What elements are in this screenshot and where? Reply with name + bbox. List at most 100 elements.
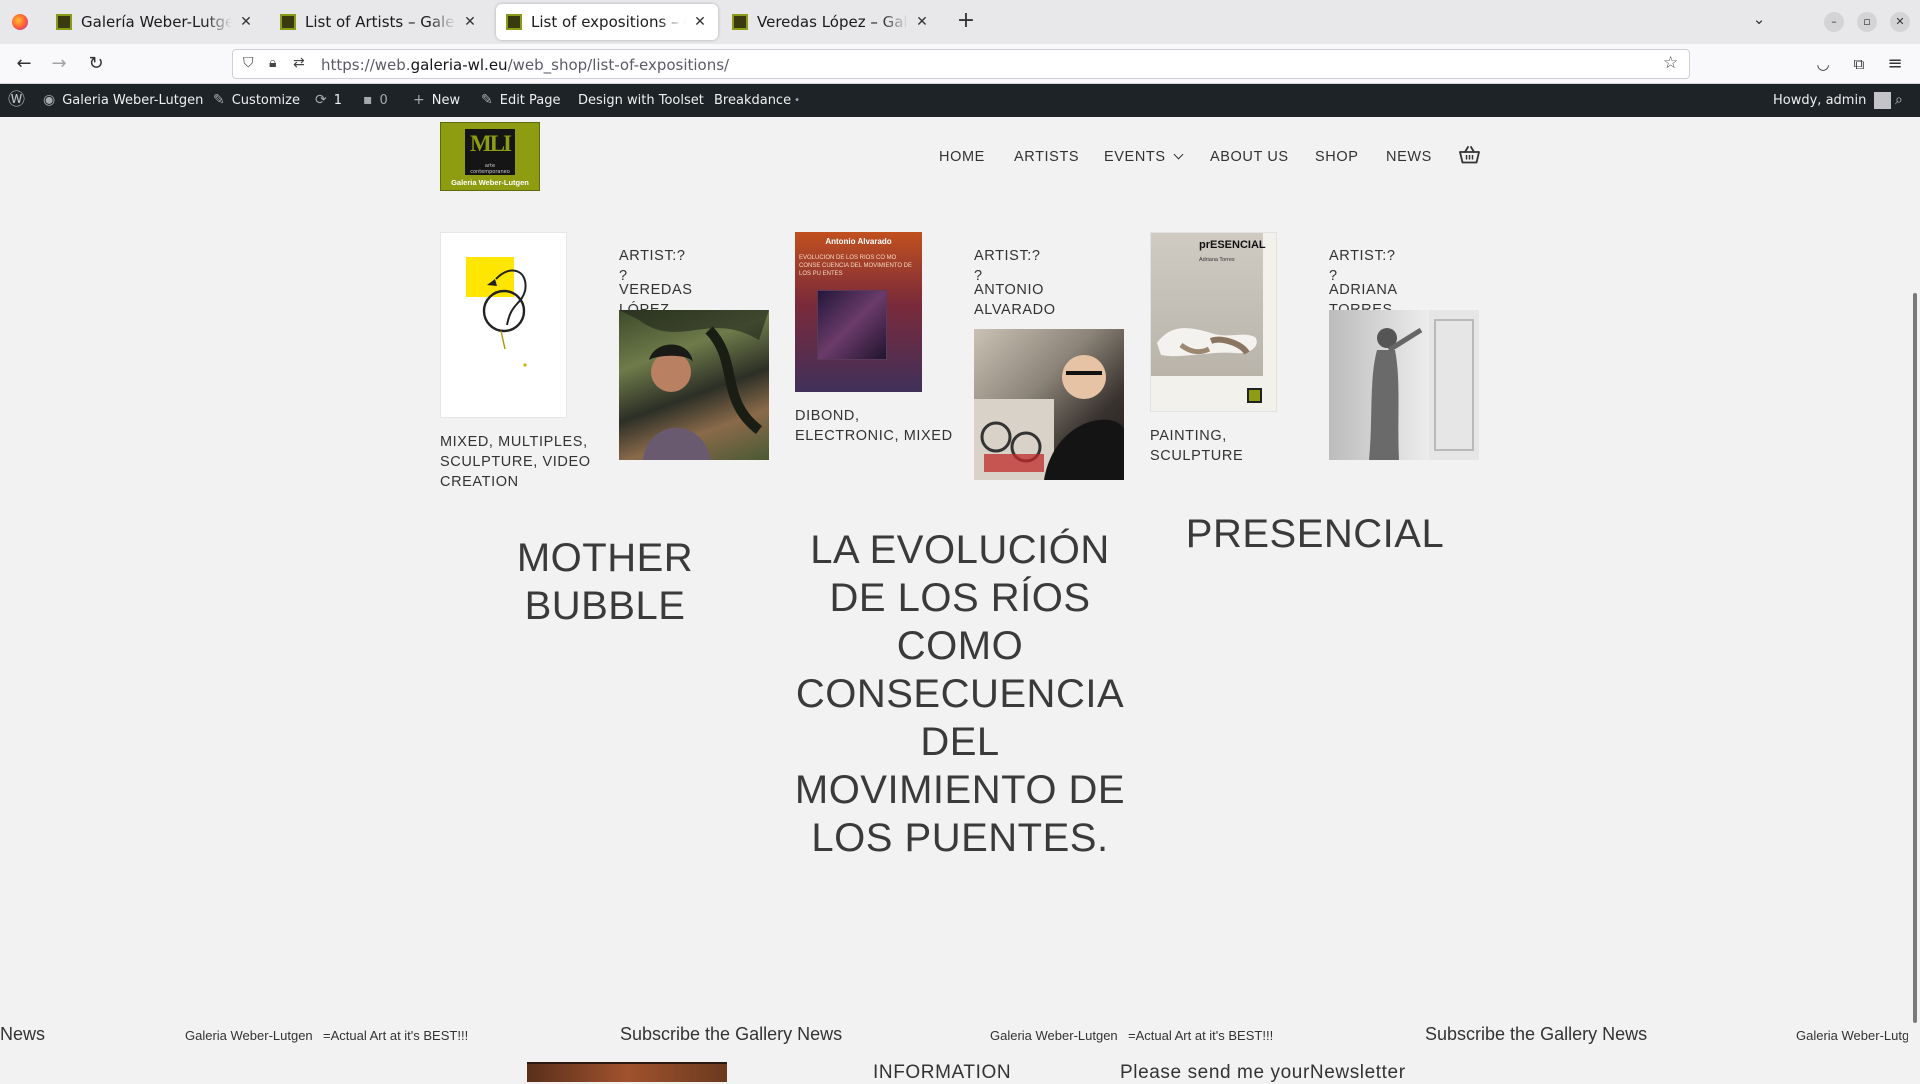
browser-tab-bar: Galería Weber-Lutgen ✕ List of Artists –… <box>0 0 1920 44</box>
poster-artwork <box>817 290 887 360</box>
maximize-icon[interactable]: ▫ <box>1857 12 1877 32</box>
ticker-tagline: =Actual Art at it's BEST!!! <box>1128 1028 1274 1043</box>
news-ticker: News Galeria Weber-Lutgen =Actual Art at… <box>0 1020 1920 1048</box>
artist-name-link[interactable]: ANTONIO ALVARADO <box>974 280 1094 320</box>
tab-list-of-expositions[interactable]: List of expositions – Galería Weber-Lutg… <box>496 4 718 40</box>
techniques-text: PAINTING, SCULPTURE <box>1150 428 1244 464</box>
comment-icon: ▪ <box>363 92 373 108</box>
techniques-text: DIBOND, ELECTRONIC, MIXED <box>795 408 953 444</box>
tab-title: List of expositions – Galería Weber-Lutg… <box>531 13 686 31</box>
tab-title: Veredas López – Galería Weber-Lutgen <box>757 13 908 31</box>
ticker-subscribe-link[interactable]: Subscribe the Gallery News <box>1425 1024 1647 1045</box>
tab-title: Galería Weber-Lutgen <box>81 13 232 31</box>
exposition-poster[interactable]: prESENCIAL Adriana Torres <box>1150 232 1277 412</box>
site-logo[interactable]: MLI arte contemporaneo Galeria Weber-Lut… <box>440 122 540 191</box>
ticker-subscribe-link[interactable]: Subscribe the Gallery News <box>620 1024 842 1045</box>
minimize-icon[interactable]: – <box>1824 12 1844 32</box>
forward-arrow-icon[interactable]: → <box>45 51 73 77</box>
firefox-icon[interactable] <box>12 14 28 30</box>
nav-home[interactable]: HOME <box>939 149 985 165</box>
ticker-gallery-name: Galeria Weber-Lutgen <box>990 1028 1118 1043</box>
lock-icon[interactable]: 🔒︎ <box>269 55 276 71</box>
back-arrow-icon[interactable]: ← <box>10 51 38 77</box>
footer: INFORMATION Please send me yourNewslette… <box>0 1060 1920 1083</box>
permissions-icon[interactable]: ⇄ <box>293 55 305 71</box>
wp-admin-bar: Ⓦ ◉ Galeria Weber-Lutgen ✎ Customize ⟳ 1 ▪ 0… <box>0 84 1920 117</box>
tab-list-of-artists[interactable]: List of Artists – Galería Weber-Lutgen ✕ <box>270 4 488 40</box>
exposition-title-link[interactable]: PRESENCIAL <box>1145 510 1485 558</box>
footer-image[interactable] <box>527 1062 727 1082</box>
exposition-title-link[interactable]: LA EVOLUCIÓN DE LOS RÍOS COMO CONSECUENC… <box>790 526 1130 862</box>
wp-updates[interactable]: ⟳ 1 <box>315 84 342 117</box>
logo-name: Galeria Weber-Lutgen <box>451 178 529 187</box>
gallery-logo-icon <box>1247 388 1262 403</box>
ticker-news: News <box>0 1024 46 1044</box>
chevron-down-icon <box>1173 149 1184 160</box>
artist-photo[interactable] <box>1329 310 1479 460</box>
menu-hamburger-icon[interactable]: ≡ <box>1881 51 1909 77</box>
url-text[interactable]: https://web.galeria-wl.eu/web_shop/list-… <box>321 56 729 74</box>
artist-photo[interactable] <box>974 329 1124 480</box>
favicon-icon <box>732 14 748 30</box>
nav-shop[interactable]: SHOP <box>1315 149 1359 165</box>
plus-icon: + <box>413 92 425 108</box>
wp-breakdance[interactable]: Breakdance • <box>714 84 800 117</box>
ticker-gallery-name: Galeria Weber-Lutgen <box>185 1028 313 1043</box>
pencil-icon: ✎ <box>481 92 493 108</box>
close-window-icon[interactable]: ✕ <box>1890 12 1910 32</box>
wp-design-with-toolset[interactable]: Design with Toolset <box>578 84 704 117</box>
artist-photo[interactable] <box>619 310 769 460</box>
new-tab-icon[interactable]: + <box>952 8 980 36</box>
url-bar[interactable]: ⛉ 🔒︎ ⇄ https://web.galeria-wl.eu/web_sho… <box>232 49 1690 79</box>
poster-sculpture <box>1157 328 1257 357</box>
wp-comments[interactable]: ▪ 0 <box>363 84 388 117</box>
logo-subtitle: arte contemporaneo <box>470 163 510 175</box>
shield-icon[interactable]: ⛉ <box>243 55 254 71</box>
scrollbar-track[interactable] <box>1908 117 1920 1080</box>
avatar <box>1874 92 1892 109</box>
exposition-poster[interactable]: Antonio Alvarado EVOLUCION DE LOS RIOS C… <box>795 232 922 392</box>
updates-icon: ⟳ <box>315 92 327 108</box>
dashboard-icon: ◉ <box>43 92 56 108</box>
cart-basket-icon[interactable] <box>1459 146 1480 164</box>
favicon-icon <box>506 14 522 30</box>
tab-title: List of Artists – Galería Weber-Lutgen <box>305 13 456 31</box>
favicon-icon <box>280 14 296 30</box>
wp-customize[interactable]: ✎ Customize <box>213 84 300 117</box>
browser-nav-bar: ← → ↻ ⛉ 🔒︎ ⇄ https://web.galeria-wl.eu/w… <box>0 44 1920 84</box>
wp-edit-page[interactable]: ✎ Edit Page <box>481 84 561 117</box>
close-tab-icon[interactable]: ✕ <box>462 14 478 30</box>
tab-list-chevron-icon[interactable]: ⌄ <box>1748 10 1770 32</box>
search-icon[interactable]: ⌕ <box>1895 84 1903 117</box>
scrollbar-thumb[interactable] <box>1913 293 1917 1023</box>
nav-artists[interactable]: ARTISTS <box>1014 149 1079 165</box>
wp-new[interactable]: + New <box>413 84 460 117</box>
wp-site-name[interactable]: ◉ Galeria Weber-Lutgen <box>43 84 203 117</box>
close-tab-icon[interactable]: ✕ <box>692 14 708 30</box>
poster-title: EVOLUCION DE LOS RIOS CO MO CONSE CUENCI… <box>799 255 913 277</box>
bookmark-star-icon[interactable]: ☆ <box>1663 53 1678 73</box>
poster-title: prESENCIAL <box>1199 239 1266 251</box>
brush-icon: ✎ <box>213 92 225 108</box>
wordpress-logo-icon[interactable]: Ⓦ <box>8 84 32 117</box>
exposition-image[interactable] <box>440 232 567 418</box>
close-tab-icon[interactable]: ✕ <box>238 14 254 30</box>
reload-icon[interactable]: ↻ <box>82 51 110 77</box>
tab-veredas-lopez[interactable]: Veredas López – Galería Weber-Lutgen ✕ <box>722 4 940 40</box>
footer-information-heading: INFORMATION <box>873 1062 1012 1083</box>
ticker-gallery-name: Galeria Weber-Lutgen <box>1796 1028 1908 1043</box>
poster-author: Adriana Torres <box>1199 257 1235 263</box>
nav-news[interactable]: NEWS <box>1386 149 1432 165</box>
pocket-icon[interactable]: ◡ <box>1809 51 1837 77</box>
tab-galeria[interactable]: Galería Weber-Lutgen ✕ <box>46 4 264 40</box>
wp-howdy-admin[interactable]: Howdy, admin <box>1773 84 1892 117</box>
logo-mark: MLI <box>470 131 512 156</box>
techniques-text: MIXED, MULTIPLES, SCULPTURE, VIDEO CREAT… <box>440 434 591 490</box>
extensions-icon[interactable]: ⧉ <box>1845 51 1873 77</box>
ticker-tagline: =Actual Art at it's BEST!!! <box>323 1028 469 1043</box>
footer-newsletter-heading: Please send me yourNewsletter <box>1120 1062 1406 1083</box>
nav-events[interactable]: EVENTS <box>1104 149 1184 165</box>
nav-about-us[interactable]: ABOUT US <box>1210 149 1289 165</box>
close-tab-icon[interactable]: ✕ <box>914 14 930 30</box>
exposition-title-link[interactable]: MOTHER BUBBLE <box>435 534 775 630</box>
